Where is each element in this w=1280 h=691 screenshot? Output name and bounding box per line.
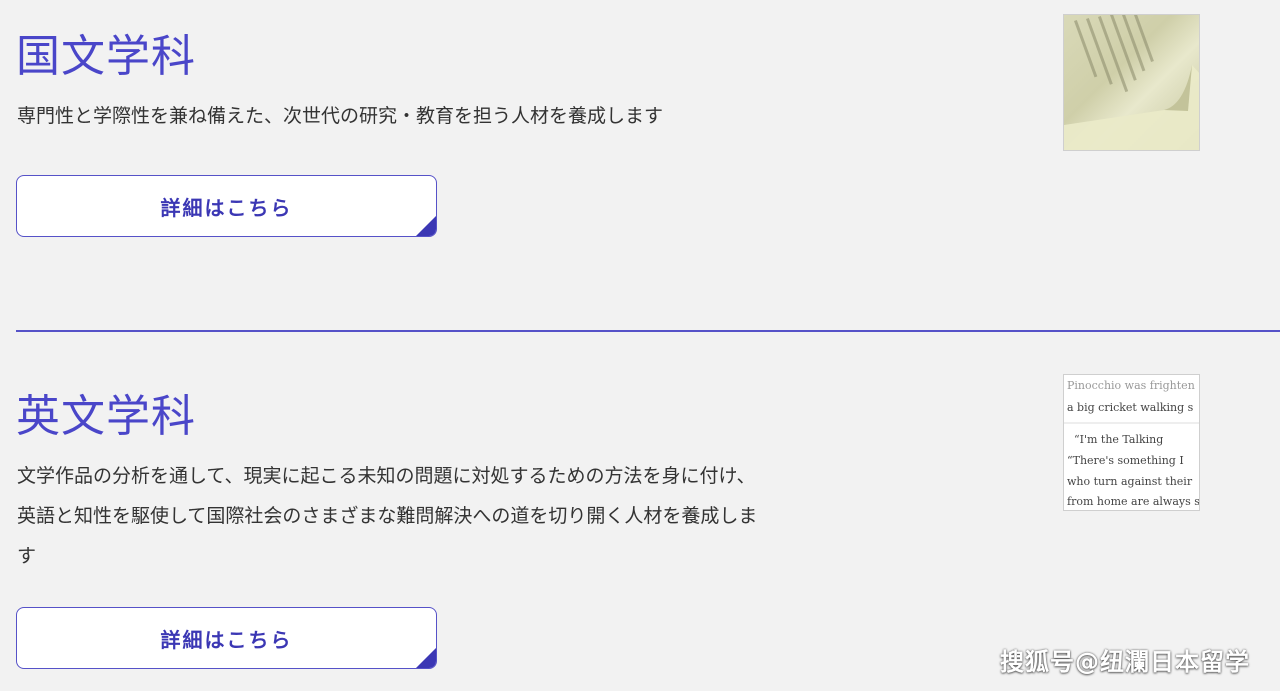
department-title: 英文学科 xyxy=(16,391,196,442)
thumbnail-text-line: “There's something I xyxy=(1067,454,1184,467)
details-button[interactable]: 詳細はこちら xyxy=(16,607,437,669)
corner-triangle-icon xyxy=(416,216,436,236)
department-thumbnail-image: Pinocchio was frighten a big cricket wal… xyxy=(1063,374,1200,511)
description-line: 文学作品の分析を通して、現実に起こる未知の問題に対処するための方法を身に付け、 xyxy=(17,465,756,487)
details-button[interactable]: 詳細はこちら xyxy=(16,175,437,237)
corner-triangle-icon xyxy=(416,648,436,668)
description-line: す xyxy=(17,545,37,567)
department-section-english-literature: 英文学科 文学作品の分析を通して、現実に起こる未知の問題に対処するための方法を身… xyxy=(0,332,1280,691)
thumbnail-text-line: Pinocchio was frighten xyxy=(1067,379,1195,392)
department-description: 専門性と学際性を兼ね備えた、次世代の研究・教育を担う人材を養成します xyxy=(17,105,664,127)
thumbnail-text-line: “I'm the Talking xyxy=(1074,433,1163,446)
department-description: 文学作品の分析を通して、現実に起こる未知の問題に対処するための方法を身に付け、 … xyxy=(17,456,897,576)
book-text-illustration: Pinocchio was frighten a big cricket wal… xyxy=(1064,379,1200,508)
thumbnail-text-line: from home are always s xyxy=(1067,495,1200,508)
department-title: 国文学科 xyxy=(16,31,196,82)
department-section-japanese-literature: 国文学科 専門性と学際性を兼ね備えた、次世代の研究・教育を担う人材を養成します … xyxy=(0,0,1280,330)
department-thumbnail-image xyxy=(1063,14,1200,151)
thumbnail-text-line: a big cricket walking s xyxy=(1067,401,1194,414)
details-button-label: 詳細はこちら xyxy=(160,627,293,652)
watermark-text: 搜狐号@纽瀾日本留学 xyxy=(1000,648,1250,676)
description-line: 英語と知性を駆使して国際社会のさまざまな難問解決への道を切り開く人材を養成しま xyxy=(17,505,758,527)
thumbnail-text-line: who turn against their xyxy=(1067,475,1193,488)
details-button-label: 詳細はこちら xyxy=(160,195,293,220)
book-pages-illustration xyxy=(1064,15,1199,150)
